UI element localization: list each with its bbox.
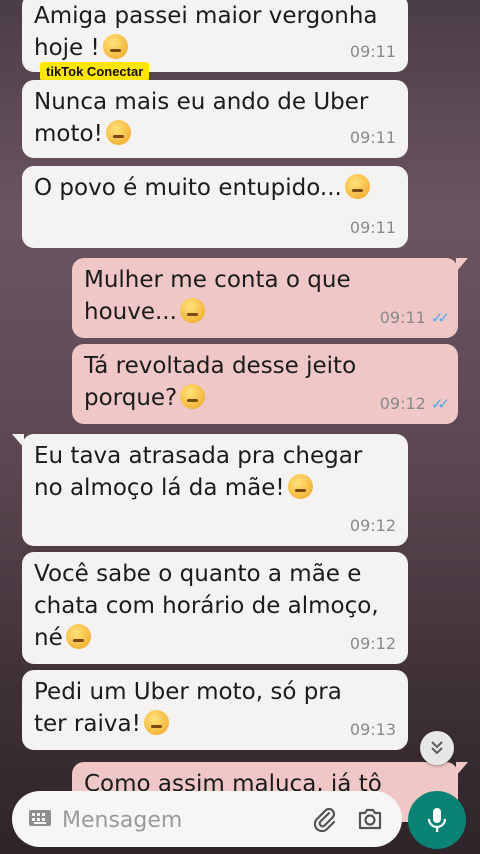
message-text: Eu tava atrasada pra chegar no almoço lá… — [34, 443, 363, 501]
message-input[interactable] — [60, 801, 304, 839]
message-text: O povo é muito entupido... — [34, 172, 396, 204]
read-ticks-icon: ✓✓ — [430, 309, 450, 327]
keyboard-icon[interactable] — [28, 809, 52, 831]
message-bubble-incoming[interactable]: Você sabe o quanto a mãe e chata com hor… — [22, 552, 408, 664]
message-time: 09:11 — [349, 218, 396, 237]
message-time: 09:12 — [349, 516, 396, 535]
read-ticks-icon: ✓✓ — [430, 395, 450, 413]
message-text: Pedi um Uber moto, só pra ter raiva! — [34, 679, 342, 737]
message-bubble-outgoing[interactable]: Mulher me conta o que houve... 09:11 ✓✓ — [72, 258, 468, 338]
face-with-raised-eyebrow-icon — [180, 384, 206, 409]
message-time: 09:11 — [349, 42, 396, 61]
message-time: 09:12 ✓✓ — [379, 394, 450, 413]
message-time: 09:11 — [349, 128, 396, 147]
message-time: 09:13 — [349, 720, 396, 739]
message-bubble-incoming[interactable]: Nunca mais eu ando de Uber moto! 09:11 — [22, 80, 408, 158]
message-text: Nunca mais eu ando de Uber moto! — [34, 89, 369, 147]
message-bubble-incoming[interactable]: O povo é muito entupido... 09:11 — [22, 166, 408, 248]
message-input-bar — [12, 791, 402, 847]
unamused-face-icon — [65, 624, 91, 649]
microphone-button[interactable] — [408, 791, 466, 849]
microphone-icon — [427, 808, 447, 832]
unamused-face-icon — [344, 174, 370, 199]
double-chevron-down-icon — [431, 741, 443, 755]
chat-area: Amiga passei maior vergonha hoje ! 09:11… — [0, 0, 480, 854]
scroll-to-bottom-button[interactable] — [420, 731, 454, 765]
message-text: Você sabe o quanto a mãe e chata com hor… — [34, 561, 379, 651]
face-with-steam-icon — [287, 474, 313, 499]
face-with-steam-icon — [143, 710, 169, 735]
camera-icon[interactable] — [356, 805, 384, 837]
message-text: Amiga passei maior vergonha hoje ! — [34, 3, 378, 61]
message-time: 09:11 ✓✓ — [379, 308, 450, 327]
hushed-face-icon — [179, 298, 205, 323]
paperclip-icon[interactable] — [310, 805, 338, 837]
message-time: 09:12 — [349, 634, 396, 653]
message-bubble-incoming[interactable]: Pedi um Uber moto, só pra ter raiva! 09:… — [22, 670, 408, 750]
confused-face-icon — [105, 120, 131, 145]
message-bubble-incoming[interactable]: Eu tava atrasada pra chegar no almoço lá… — [12, 434, 408, 546]
crying-face-icon — [102, 34, 128, 59]
watermark: tikTok Conectar — [40, 62, 150, 81]
message-bubble-outgoing[interactable]: Tá revoltada desse jeito porque? 09:12 ✓✓ — [72, 344, 458, 424]
